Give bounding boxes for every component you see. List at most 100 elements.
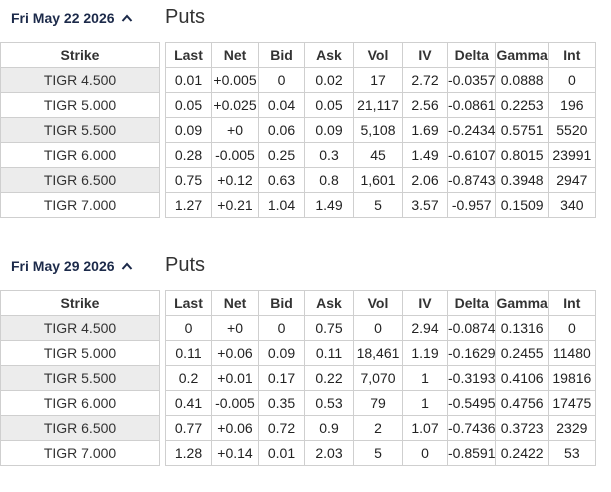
delta-cell: -0.2434 bbox=[446, 117, 497, 143]
column-header-iv[interactable]: IV bbox=[402, 290, 448, 316]
delta-cell: -0.7436 bbox=[446, 415, 497, 441]
column-header-net[interactable]: Net bbox=[211, 42, 259, 68]
last-cell: 0.05 bbox=[165, 92, 212, 118]
volume-cell: 5 bbox=[353, 192, 403, 218]
column-header-net[interactable]: Net bbox=[211, 290, 259, 316]
open-interest-cell: 0 bbox=[547, 67, 596, 93]
table-row[interactable]: 0.28 -0.005 0.25 0.3 45 1.49 -0.6107 0.8… bbox=[165, 142, 596, 168]
strike-cell[interactable]: TIGR 5.500 bbox=[0, 117, 160, 143]
column-header-bid[interactable]: Bid bbox=[258, 290, 305, 316]
column-header-iv[interactable]: IV bbox=[402, 42, 448, 68]
table-row[interactable]: 0.01 +0.005 0 0.02 17 2.72 -0.0357 0.088… bbox=[165, 67, 596, 93]
ask-cell: 0.3 bbox=[304, 142, 354, 168]
last-cell: 0.75 bbox=[165, 167, 212, 193]
gamma-cell: 0.1316 bbox=[495, 315, 549, 341]
volume-cell: 45 bbox=[353, 142, 403, 168]
strike-cell[interactable]: TIGR 5.000 bbox=[0, 92, 160, 118]
strike-cell[interactable]: TIGR 6.500 bbox=[0, 167, 160, 193]
column-header-gamma[interactable]: Gamma bbox=[495, 290, 549, 316]
strike-cell[interactable]: TIGR 6.500 bbox=[0, 415, 160, 441]
gamma-cell: 0.1509 bbox=[495, 192, 549, 218]
last-cell: 0.28 bbox=[165, 142, 212, 168]
iv-cell: 3.57 bbox=[402, 192, 448, 218]
column-header-vol[interactable]: Vol bbox=[353, 42, 403, 68]
strike-cell[interactable]: TIGR 6.000 bbox=[0, 142, 160, 168]
delta-cell: -0.3193 bbox=[446, 365, 497, 391]
ask-cell: 0.05 bbox=[304, 92, 354, 118]
iv-cell: 1 bbox=[402, 365, 448, 391]
column-header-int[interactable]: Int bbox=[547, 42, 596, 68]
quote-table: Last Net Bid Ask Vol IV Delta Gamma Int … bbox=[165, 290, 596, 466]
last-cell: 0 bbox=[165, 315, 212, 341]
column-header-vol[interactable]: Vol bbox=[353, 290, 403, 316]
iv-cell: 1.69 bbox=[402, 117, 448, 143]
volume-cell: 79 bbox=[353, 390, 403, 416]
strike-cell[interactable]: TIGR 5.000 bbox=[0, 340, 160, 366]
column-header-delta[interactable]: Delta bbox=[446, 290, 497, 316]
open-interest-cell: 0 bbox=[547, 315, 596, 341]
expiry-toggle[interactable]: Fri May 29 2026 bbox=[11, 258, 133, 274]
gamma-cell: 0.2455 bbox=[495, 340, 549, 366]
delta-cell: -0.8743 bbox=[446, 167, 497, 193]
expiry-section-2: Fri May 29 2026 Puts Strike TIGR 4.500 T… bbox=[0, 248, 611, 480]
table-row[interactable]: 0.75 +0.12 0.63 0.8 1,601 2.06 -0.8743 0… bbox=[165, 167, 596, 193]
net-change-cell: +0 bbox=[211, 315, 259, 341]
delta-cell: -0.5495 bbox=[446, 390, 497, 416]
iv-cell: 1.49 bbox=[402, 142, 448, 168]
ask-cell: 0.53 bbox=[304, 390, 354, 416]
strike-table: Strike TIGR 4.500 TIGR 5.000 TIGR 5.500 … bbox=[0, 42, 160, 218]
gamma-cell: 0.2422 bbox=[495, 440, 549, 466]
open-interest-cell: 17475 bbox=[547, 390, 596, 416]
chevron-up-icon bbox=[121, 14, 132, 22]
delta-cell: -0.8591 bbox=[446, 440, 497, 466]
bid-cell: 0.25 bbox=[258, 142, 305, 168]
strike-header: Strike bbox=[0, 42, 160, 68]
column-header-gamma[interactable]: Gamma bbox=[495, 42, 549, 68]
bid-cell: 0.04 bbox=[258, 92, 305, 118]
last-cell: 1.27 bbox=[165, 192, 212, 218]
column-header-ask[interactable]: Ask bbox=[304, 42, 354, 68]
iv-cell: 0 bbox=[402, 440, 448, 466]
table-row[interactable]: 0.11 +0.06 0.09 0.11 18,461 1.19 -0.1629… bbox=[165, 340, 596, 366]
expiry-toggle[interactable]: Fri May 22 2026 bbox=[11, 10, 133, 26]
strike-cell[interactable]: TIGR 7.000 bbox=[0, 192, 160, 218]
bid-cell: 0.06 bbox=[258, 117, 305, 143]
volume-cell: 5,108 bbox=[353, 117, 403, 143]
table-row[interactable]: 0 +0 0 0.75 0 2.94 -0.0874 0.1316 0 bbox=[165, 315, 596, 341]
iv-cell: 1.19 bbox=[402, 340, 448, 366]
strike-cell[interactable]: TIGR 4.500 bbox=[0, 67, 160, 93]
table-row[interactable]: 0.09 +0 0.06 0.09 5,108 1.69 -0.2434 0.5… bbox=[165, 117, 596, 143]
column-header-delta[interactable]: Delta bbox=[446, 42, 497, 68]
ask-cell: 0.75 bbox=[304, 315, 354, 341]
table-row[interactable]: 0.77 +0.06 0.72 0.9 2 1.07 -0.7436 0.372… bbox=[165, 415, 596, 441]
table-row[interactable]: 0.2 +0.01 0.17 0.22 7,070 1 -0.3193 0.41… bbox=[165, 365, 596, 391]
net-change-cell: -0.005 bbox=[211, 142, 259, 168]
table-row[interactable]: 1.27 +0.21 1.04 1.49 5 3.57 -0.957 0.150… bbox=[165, 192, 596, 218]
table-row[interactable]: 0.05 +0.025 0.04 0.05 21,117 2.56 -0.086… bbox=[165, 92, 596, 118]
bid-cell: 0.63 bbox=[258, 167, 305, 193]
volume-cell: 21,117 bbox=[353, 92, 403, 118]
bid-cell: 0.17 bbox=[258, 365, 305, 391]
expiry-date-label: Fri May 22 2026 bbox=[11, 10, 115, 26]
net-change-cell: -0.005 bbox=[211, 390, 259, 416]
column-header-bid[interactable]: Bid bbox=[258, 42, 305, 68]
strike-cell[interactable]: TIGR 5.500 bbox=[0, 365, 160, 391]
table-row[interactable]: 0.41 -0.005 0.35 0.53 79 1 -0.5495 0.475… bbox=[165, 390, 596, 416]
column-header-last[interactable]: Last bbox=[165, 42, 212, 68]
ask-cell: 0.11 bbox=[304, 340, 354, 366]
ask-cell: 0.8 bbox=[304, 167, 354, 193]
bid-cell: 0 bbox=[258, 67, 305, 93]
gamma-cell: 0.0888 bbox=[495, 67, 549, 93]
column-header-last[interactable]: Last bbox=[165, 290, 212, 316]
column-header-ask[interactable]: Ask bbox=[304, 290, 354, 316]
strike-cell[interactable]: TIGR 7.000 bbox=[0, 440, 160, 466]
strike-cell[interactable]: TIGR 4.500 bbox=[0, 315, 160, 341]
table-row[interactable]: 1.28 +0.14 0.01 2.03 5 0 -0.8591 0.2422 … bbox=[165, 440, 596, 466]
ask-cell: 1.49 bbox=[304, 192, 354, 218]
column-header-int[interactable]: Int bbox=[547, 290, 596, 316]
delta-cell: -0.0874 bbox=[446, 315, 497, 341]
open-interest-cell: 53 bbox=[547, 440, 596, 466]
gamma-cell: 0.8015 bbox=[495, 142, 549, 168]
strike-cell[interactable]: TIGR 6.000 bbox=[0, 390, 160, 416]
volume-cell: 7,070 bbox=[353, 365, 403, 391]
